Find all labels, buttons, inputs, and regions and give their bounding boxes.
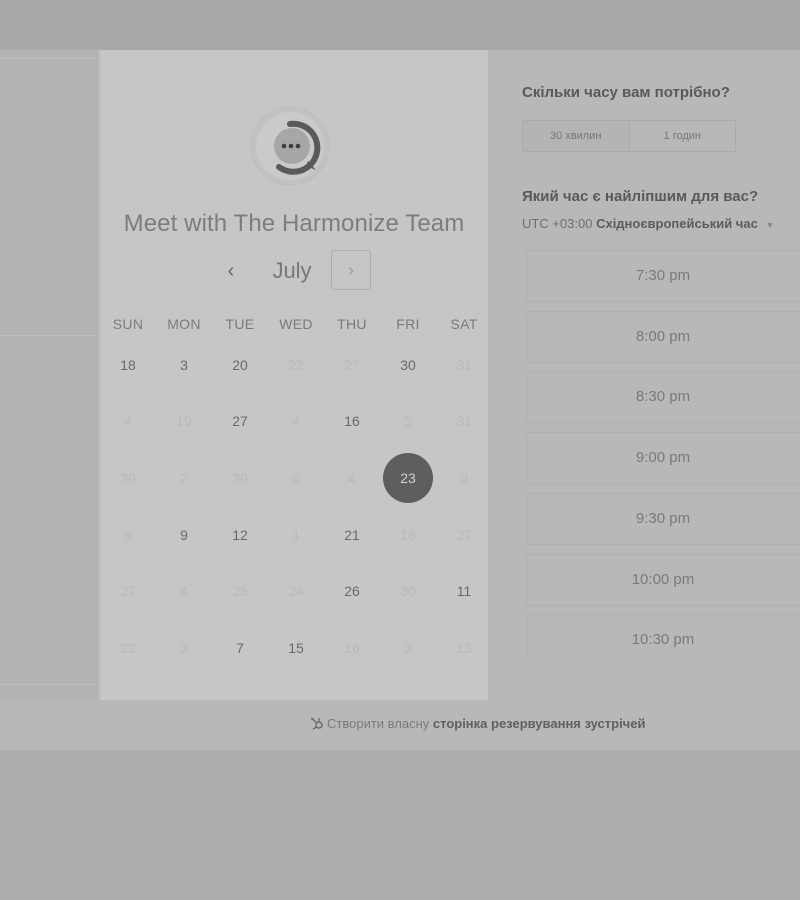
time-slot-button[interactable]: 9:00 pm xyxy=(526,432,800,485)
calendar-day[interactable]: 30 xyxy=(383,340,433,390)
divider xyxy=(0,684,98,685)
calendar-day: 1 xyxy=(292,527,300,543)
calendar-day[interactable]: 18 xyxy=(103,340,153,390)
calendar-day[interactable]: 26 xyxy=(327,566,377,616)
time-slot-button[interactable]: 10:00 pm xyxy=(526,553,800,606)
calendar-day: 19 xyxy=(176,413,192,429)
calendar-day[interactable]: 9 xyxy=(159,510,209,560)
month-label: July xyxy=(272,258,312,283)
host-logo-icon xyxy=(250,106,330,186)
time-slot-button[interactable]: 8:30 pm xyxy=(526,371,800,424)
weekday-label: FRI xyxy=(396,316,420,332)
duration-question: Скільки часу вам потрібно? xyxy=(522,84,730,101)
timezone-name: Східноєвропейський час xyxy=(596,216,758,231)
calendar-day: 16 xyxy=(344,640,360,656)
calendar-day[interactable]: 7 xyxy=(215,623,265,673)
calendar-day: 27 xyxy=(120,583,136,599)
calendar-day: 27 xyxy=(456,527,472,543)
calendar-day: 9 xyxy=(460,470,468,486)
calendar-day: 30 xyxy=(232,470,248,486)
calendar-day: 25 xyxy=(232,583,248,599)
calendar-day[interactable]: 16 xyxy=(327,396,377,446)
time-slot-button[interactable]: 7:30 pm xyxy=(526,250,800,302)
calendar-grid: SUN MON TUE WED THU FRI SAT 18 3 20 22 27 30 31 4 19 27… xyxy=(100,316,488,656)
calendar-day: 9 xyxy=(124,527,132,543)
timezone-selector[interactable]: UTC +03:00 Східноєвропейський час ▼ xyxy=(522,216,774,231)
calendar-day[interactable]: 21 xyxy=(327,510,377,560)
next-month-button[interactable]: › xyxy=(331,250,371,290)
duration-option-30min[interactable]: 30 хвилин xyxy=(523,121,630,151)
host-title: Meet with The Harmonize Team xyxy=(123,210,465,237)
weekday-label: TUE xyxy=(225,316,255,332)
divider xyxy=(0,335,98,336)
calendar-day: 31 xyxy=(456,413,472,429)
calendar-day: 3 xyxy=(180,640,188,656)
calendar-day: 6 xyxy=(292,470,300,486)
time-slot-button[interactable]: 9:30 pm xyxy=(526,492,800,545)
calendar-day: 30 xyxy=(400,583,416,599)
chevron-down-icon: ▼ xyxy=(765,220,775,230)
calendar-day: 4 xyxy=(348,470,356,486)
left-pane xyxy=(0,50,99,700)
calendar-day[interactable]: 3 xyxy=(159,340,209,390)
time-slot-button[interactable]: 10:30 pm xyxy=(526,614,800,660)
footer-link-prefix: Створити власну xyxy=(327,716,430,731)
weekday-label: WED xyxy=(279,316,313,332)
footer-link-bold: сторінка резервування зустрічей xyxy=(432,716,646,731)
calendar-day[interactable]: 12 xyxy=(215,510,265,560)
calendar-day: 13 xyxy=(456,640,472,656)
time-slot-button[interactable]: 8:00 pm xyxy=(526,310,800,363)
calendar-day[interactable]: 11 xyxy=(439,566,489,616)
selected-day[interactable]: 23 xyxy=(383,453,433,503)
calendar-day: 27 xyxy=(344,357,360,373)
calendar-day[interactable]: 20 xyxy=(215,340,265,390)
calendar-day: 16 xyxy=(400,527,416,543)
weekday-header: SUN MON TUE WED THU FRI SAT xyxy=(100,316,488,338)
calendar-day: 2 xyxy=(180,470,188,486)
calendar-day: 24 xyxy=(288,583,304,599)
scheduling-panel: Скільки часу вам потрібно? 30 хвилин 1 г… xyxy=(488,50,800,700)
create-booking-page-link[interactable]: Створити власну сторінка резервування зу… xyxy=(310,716,645,733)
calendar-day: 22 xyxy=(120,640,136,656)
duration-option-1hour[interactable]: 1 годин xyxy=(630,121,736,151)
weekday-label: SUN xyxy=(112,316,144,332)
calendar-day[interactable]: 27 xyxy=(215,396,265,446)
weekday-label: MON xyxy=(167,316,201,332)
top-band xyxy=(0,0,800,50)
calendar-day: 5 xyxy=(404,413,412,429)
time-question: Який час є найліпшим для вас? xyxy=(522,188,759,205)
prev-month-button[interactable]: ‹ xyxy=(218,256,244,286)
hubspot-sprocket-icon xyxy=(310,716,324,733)
calendar-day: 30 xyxy=(120,470,136,486)
calendar-day: 3 xyxy=(404,640,412,656)
weekday-label: SAT xyxy=(450,316,478,332)
calendar-panel: Meet with The Harmonize Team ‹ July › SU… xyxy=(100,50,488,700)
calendar-day: 31 xyxy=(456,357,472,373)
calendar-day: 4 xyxy=(292,413,300,429)
calendar-day: 4 xyxy=(180,583,188,599)
calendar-day[interactable]: 15 xyxy=(271,623,321,673)
footer: Створити власну сторінка резервування зу… xyxy=(0,700,800,750)
calendar-day: 22 xyxy=(288,357,304,373)
weekday-label: THU xyxy=(337,316,367,332)
calendar-day: 4 xyxy=(124,413,132,429)
month-navigation: ‹ July › xyxy=(100,250,488,292)
duration-toggle: 30 хвилин 1 годин xyxy=(522,120,736,152)
divider xyxy=(0,58,98,59)
timezone-offset: UTC +03:00 xyxy=(522,216,593,231)
time-slot-list[interactable]: 7:30 pm 8:00 pm 8:30 pm 9:00 pm 9:30 pm 10:00… xyxy=(526,250,800,660)
